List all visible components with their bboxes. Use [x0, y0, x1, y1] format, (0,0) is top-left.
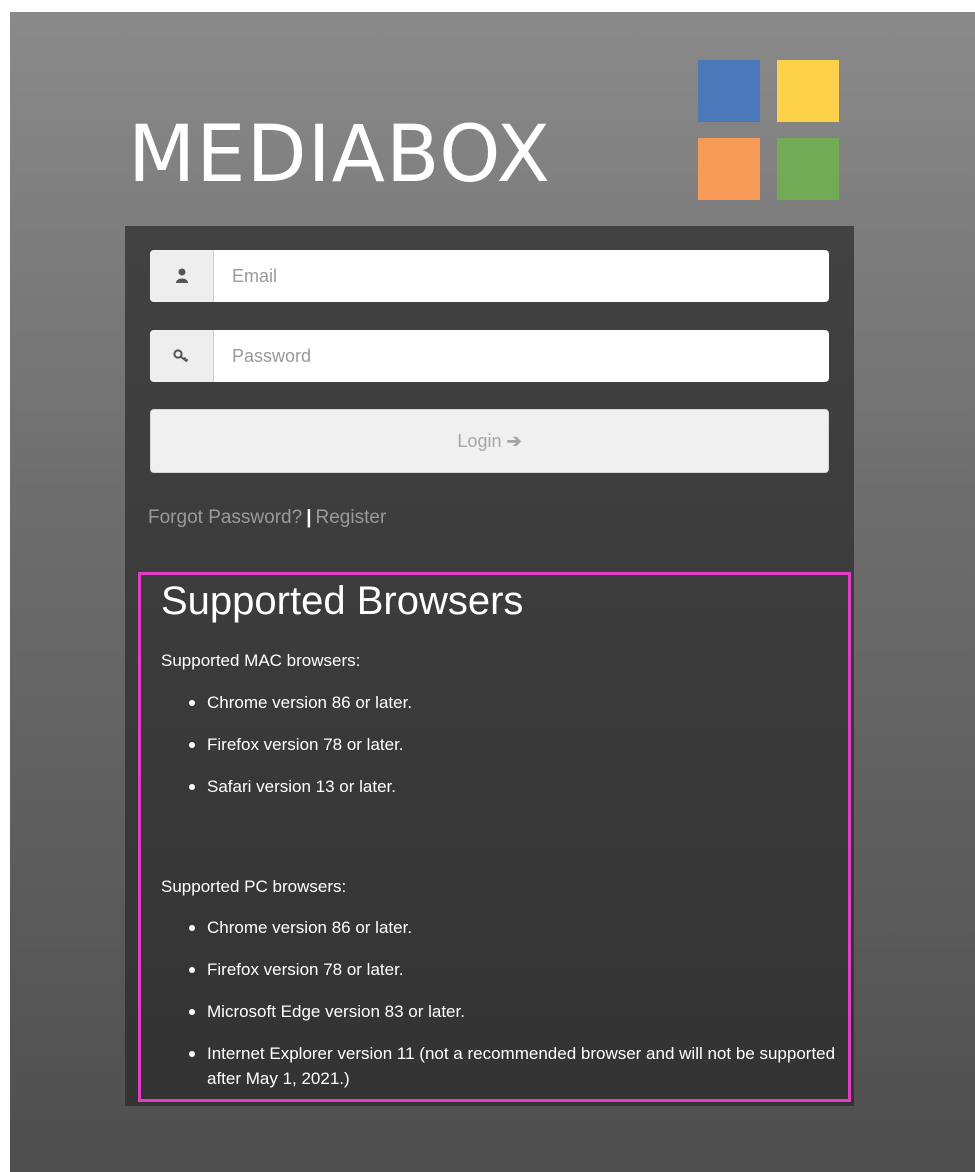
list-item: Firefox version 78 or later.: [161, 732, 841, 757]
mac-browsers-label: Supported MAC browsers:: [161, 651, 361, 670]
logo-square-orange: [698, 138, 760, 200]
mediabox-logo: MEDIABOX: [128, 60, 848, 212]
key-icon: [150, 330, 214, 382]
list-item: Microsoft Edge version 83 or later.: [161, 999, 841, 1024]
logo-square-blue: [698, 60, 760, 122]
supported-browsers-section: Supported Browsers Supported MAC browser…: [138, 572, 851, 1102]
mac-browsers-list: Chrome version 86 or later. Firefox vers…: [161, 690, 841, 816]
login-panel: Login ➔ Forgot Password?|Register Suppor…: [125, 226, 854, 1106]
email-field-group: [150, 250, 829, 302]
logo-square-yellow: [777, 60, 839, 122]
email-input[interactable]: [214, 250, 829, 302]
login-button-label: Login: [457, 430, 502, 451]
password-field-group: [150, 330, 829, 382]
pc-browsers-label: Supported PC browsers:: [161, 877, 347, 896]
login-button[interactable]: Login ➔: [150, 409, 829, 473]
list-item: Internet Explorer version 11 (not a reco…: [161, 1041, 841, 1091]
page-background: MEDIABOX Login: [10, 12, 975, 1172]
register-link[interactable]: Register: [316, 507, 387, 528]
list-item: Chrome version 86 or later.: [161, 690, 841, 715]
password-input[interactable]: [214, 330, 829, 382]
pc-browsers-list: Chrome version 86 or later. Firefox vers…: [161, 915, 841, 1108]
forgot-password-link[interactable]: Forgot Password?: [148, 507, 302, 528]
logo-wordmark: MEDIABOX: [128, 110, 551, 200]
arrow-right-icon: ➔: [506, 430, 522, 451]
link-separator: |: [306, 507, 312, 528]
list-item: Safari version 13 or later.: [161, 774, 841, 799]
supported-browsers-title: Supported Browsers: [161, 579, 524, 623]
user-icon: [150, 250, 214, 302]
list-item: Chrome version 86 or later.: [161, 915, 841, 940]
logo-square-green: [777, 138, 839, 200]
account-links: Forgot Password? | Register: [148, 507, 386, 529]
list-item: Firefox version 78 or later.: [161, 957, 841, 982]
